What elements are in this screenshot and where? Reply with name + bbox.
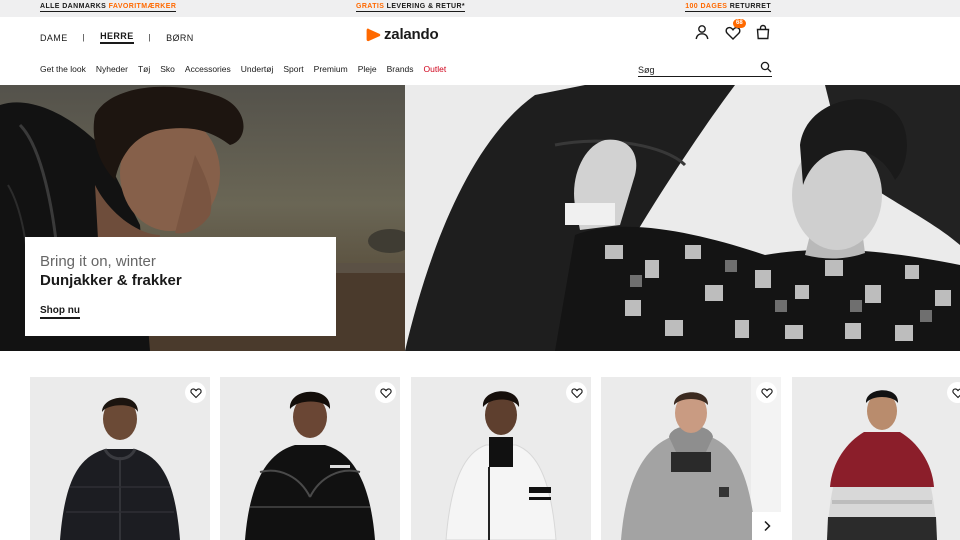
- category-sko[interactable]: Sko: [160, 64, 175, 74]
- gender-herre[interactable]: HERRE: [100, 31, 134, 44]
- gender-dame[interactable]: DAME: [40, 33, 68, 43]
- heart-icon: [379, 387, 392, 398]
- gender-separator: |: [148, 33, 152, 42]
- heart-icon: [189, 387, 202, 398]
- hero-subtitle: Bring it on, winter: [40, 253, 156, 270]
- heart-icon: [951, 387, 960, 398]
- search-icon[interactable]: [760, 61, 772, 73]
- wishlist-heart-button[interactable]: [375, 382, 396, 403]
- category-accessories[interactable]: Accessories: [185, 64, 231, 74]
- promo-brands-prefix: ALLE DANMARKS: [40, 3, 109, 10]
- product-image: [827, 390, 937, 540]
- wishlist-heart-button[interactable]: [185, 382, 206, 403]
- promo-bar: ALLE DANMARKS FAVORITMÆRKER GRATIS LEVER…: [0, 0, 960, 17]
- product-image: [60, 397, 180, 540]
- category-nyheder[interactable]: Nyheder: [96, 64, 128, 74]
- zalando-logo[interactable]: zalando: [366, 26, 439, 43]
- gender-separator: |: [82, 33, 86, 42]
- gender-nav: DAME | HERRE | BØRN: [40, 31, 194, 44]
- zalando-logo-icon: [366, 28, 381, 41]
- category-premium[interactable]: Premium: [314, 64, 348, 74]
- search-input[interactable]: [638, 62, 748, 75]
- promo-brands-link[interactable]: ALLE DANMARKS FAVORITMÆRKER: [40, 3, 177, 12]
- logo-wordmark: zalando: [384, 26, 439, 43]
- bag-icon[interactable]: [755, 24, 771, 40]
- category-get-the-look[interactable]: Get the look: [40, 64, 86, 74]
- promo-delivery-link[interactable]: GRATIS LEVERING & RETUR*: [356, 3, 466, 12]
- category-nav: Get the look Nyheder Tøj Sko Accessories…: [40, 64, 456, 74]
- user-icon[interactable]: [694, 24, 710, 40]
- heart-icon: [570, 387, 583, 398]
- product-card[interactable]: [30, 377, 210, 540]
- category-undertoj[interactable]: Undertøj: [241, 64, 274, 74]
- product-image: [245, 391, 375, 540]
- carousel-next-button[interactable]: [752, 512, 781, 540]
- wishlist-count-badge: 68: [733, 19, 746, 28]
- product-card[interactable]: [220, 377, 400, 540]
- hero-title: Dunjakker & frakker: [40, 272, 182, 289]
- promo-brands-highlight: FAVORITMÆRKER: [108, 3, 177, 10]
- category-outlet[interactable]: Outlet: [424, 64, 447, 74]
- product-card[interactable]: [411, 377, 591, 540]
- gender-born[interactable]: BØRN: [166, 33, 194, 43]
- hero-image-right[interactable]: [405, 85, 960, 351]
- category-pleje[interactable]: Pleje: [358, 64, 377, 74]
- category-brands[interactable]: Brands: [387, 64, 414, 74]
- hero-promo-card: Bring it on, winter Dunjakker & frakker …: [25, 237, 336, 336]
- wishlist-heart-button[interactable]: [756, 382, 777, 403]
- category-toj[interactable]: Tøj: [138, 64, 150, 74]
- promo-returns-link[interactable]: 100 DAGES RETURRET: [685, 3, 771, 12]
- hero-right-photo: [405, 85, 960, 351]
- heart-icon: [760, 387, 773, 398]
- promo-returns-rest: RETURRET: [727, 3, 771, 10]
- wishlist-heart-button[interactable]: [566, 382, 587, 403]
- promo-delivery-rest: LEVERING & RETUR*: [384, 3, 466, 10]
- shop-now-link[interactable]: Shop nu: [40, 305, 80, 319]
- promo-delivery-highlight: GRATIS: [356, 3, 385, 10]
- product-card[interactable]: [792, 377, 960, 540]
- product-image: [445, 391, 557, 540]
- category-sport[interactable]: Sport: [283, 64, 303, 74]
- chevron-right-icon: [763, 520, 771, 532]
- promo-returns-highlight: 100 DAGES: [685, 3, 728, 10]
- search-bar: [638, 60, 772, 77]
